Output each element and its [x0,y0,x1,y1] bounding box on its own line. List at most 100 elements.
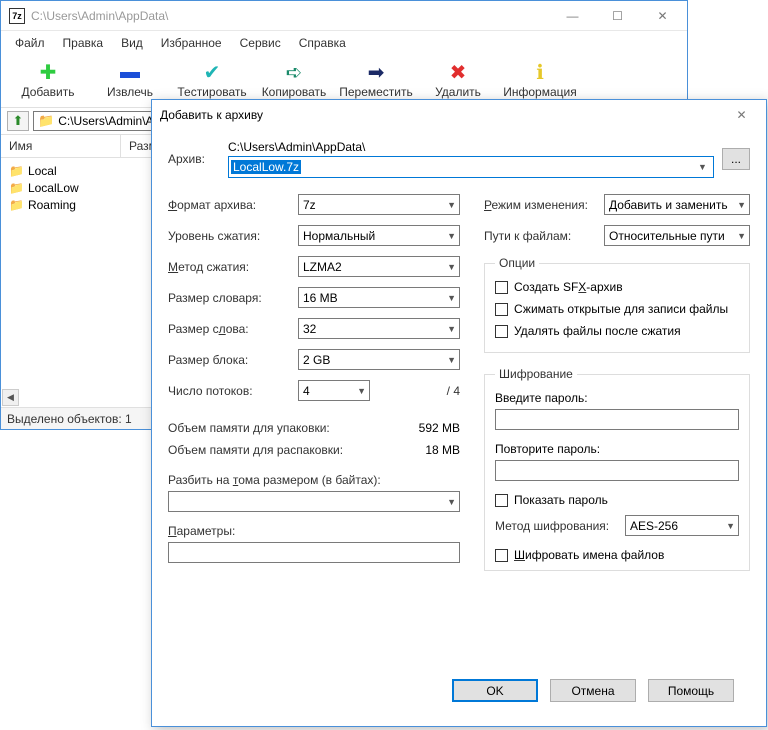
toolbar-icon: ✔ [198,61,226,83]
up-button[interactable]: ⬆ [7,111,29,131]
menu-help[interactable]: Справка [291,33,354,53]
cancel-label: Отмена [571,684,614,698]
toolbar-label: Переместить [339,85,413,99]
toolbar-label: Добавить [21,85,74,99]
method-select[interactable]: LZMA2▼ [298,256,460,277]
password2-input[interactable] [495,460,739,481]
delete-label: Удалять файлы после сжатия [514,324,681,338]
enc-method-value: AES-256 [630,519,678,533]
toolbar-тестировать[interactable]: ✔ Тестировать [171,59,253,101]
paths-label: Пути к файлам: [484,229,604,243]
volume-label: Разбить на тома размером (в байтах): [168,473,460,487]
word-select[interactable]: 32▼ [298,318,460,339]
threads-max: / 4 [447,384,460,398]
chevron-down-icon: ▼ [357,386,366,396]
folder-icon: 📁 [9,164,24,178]
archive-directory: C:\Users\Admin\AppData\ [228,140,714,154]
folder-icon: 📁 [9,181,24,195]
params-input[interactable] [168,542,460,563]
paths-select[interactable]: Относительные пути▼ [604,225,750,246]
threads-select[interactable]: 4▼ [298,380,370,401]
password-input[interactable] [495,409,739,430]
help-button[interactable]: Помощь [648,679,734,702]
dict-label: Размер словаря: [168,291,298,305]
mem-unpack-value: 18 MB [400,443,460,457]
main-title: C:\Users\Admin\AppData\ [31,9,550,23]
chevron-down-icon: ▼ [447,231,456,241]
chevron-down-icon: ▼ [694,162,711,172]
block-select[interactable]: 2 GB ▼ [298,349,460,370]
password-label: Введите пароль: [495,391,739,405]
menu-tools[interactable]: Сервис [232,33,289,53]
toolbar-icon: ➪ [280,61,308,83]
sfx-checkbox[interactable] [495,281,508,294]
update-value: Добавить и заменить [609,198,728,212]
format-select[interactable]: 7z▼ [298,194,460,215]
menu-file[interactable]: Файл [7,33,53,53]
ok-button[interactable]: OK [452,679,538,702]
mem-pack-value: 592 MB [400,421,460,435]
encrypt-names-label: Шифровать имена файлов [514,548,664,562]
toolbar-icon: ▬ [116,61,144,83]
up-arrow-icon: ⬆ [13,113,24,129]
menu-view[interactable]: Вид [113,33,151,53]
show-password-checkbox[interactable] [495,494,508,507]
ok-label: OK [486,684,503,698]
chevron-down-icon: ▼ [737,200,746,210]
browse-button[interactable]: ... [722,148,750,170]
scroll-left-button[interactable]: ◀ [2,389,19,406]
cancel-button[interactable]: Отмена [550,679,636,702]
item-label: Local [28,164,57,178]
paths-value: Относительные пути [609,229,725,243]
mem-pack-label: Объем памяти для упаковки: [168,421,400,435]
right-column: Режим изменения: Добавить и заменить ▼ Пут… [484,194,750,669]
main-titlebar: 7z C:\Users\Admin\AppData\ — ☐ ✕ [1,1,687,31]
toolbar-извлечь[interactable]: ▬ Извлечь [89,59,171,101]
app-icon: 7z [9,8,25,24]
enc-method-label: Метод шифрования: [495,519,625,533]
toolbar-переместить[interactable]: ➡Переместить [335,59,417,101]
params-label: Параметры: [168,524,460,538]
minimize-button[interactable]: — [550,1,595,30]
toolbar-копировать[interactable]: ➪Копировать [253,59,335,101]
method-label: Метод сжатия: [168,260,298,274]
menu-favorites[interactable]: Избранное [153,33,230,53]
block-value: 2 GB [303,353,330,367]
encrypt-names-checkbox[interactable] [495,549,508,562]
shared-checkbox[interactable] [495,303,508,316]
toolbar-label: Тестировать [177,85,246,99]
close-button[interactable]: ✕ [640,1,685,30]
archive-name-combo[interactable]: LocalLow.7z ▼ [228,156,714,178]
sfx-label: Создать SFX-архив [514,280,623,294]
chevron-down-icon: ▼ [447,497,456,507]
level-select[interactable]: Нормальный▼ [298,225,460,246]
toolbar-icon: ℹ [526,61,554,83]
update-select[interactable]: Добавить и заменить ▼ [604,194,750,215]
help-label: Помощь [668,684,714,698]
menu-edit[interactable]: Правка [55,33,112,53]
volume-select[interactable]: ▼ [168,491,460,512]
toolbar-информация[interactable]: ℹ Информация [499,59,581,101]
col-name[interactable]: Имя [1,135,121,157]
enc-method-select[interactable]: AES-256▼ [625,515,739,536]
chevron-down-icon: ▼ [447,324,456,334]
threads-value: 4 [303,384,310,398]
delete-checkbox[interactable] [495,325,508,338]
archive-row: Архив: C:\Users\Admin\AppData\ LocalLow.… [168,140,750,178]
dict-select[interactable]: 16 MB▼ [298,287,460,308]
folder-icon: 📁 [38,113,54,129]
toolbar-удалить[interactable]: ✖ Удалить [417,59,499,101]
maximize-button[interactable]: ☐ [595,1,640,30]
left-column: Формат архива:7z▼ Уровень сжатия:Нормаль… [168,194,460,669]
dialog-buttons: OK Отмена Помощь [168,669,750,716]
toolbar-label: Удалить [435,85,481,99]
toolbar-label: Информация [503,85,576,99]
update-label: Режим изменения: [484,198,604,212]
options-group: Опции Создать SFX-архив Сжимать открытые… [484,256,750,353]
toolbar-icon: ✖ [444,61,472,83]
toolbar-добавить[interactable]: ✚Добавить [7,59,89,101]
threads-label: Число потоков: [168,384,298,398]
dialog-close-button[interactable]: ✕ [719,101,764,130]
chevron-down-icon: ▼ [447,355,456,365]
toolbar-label: Извлечь [107,85,153,99]
